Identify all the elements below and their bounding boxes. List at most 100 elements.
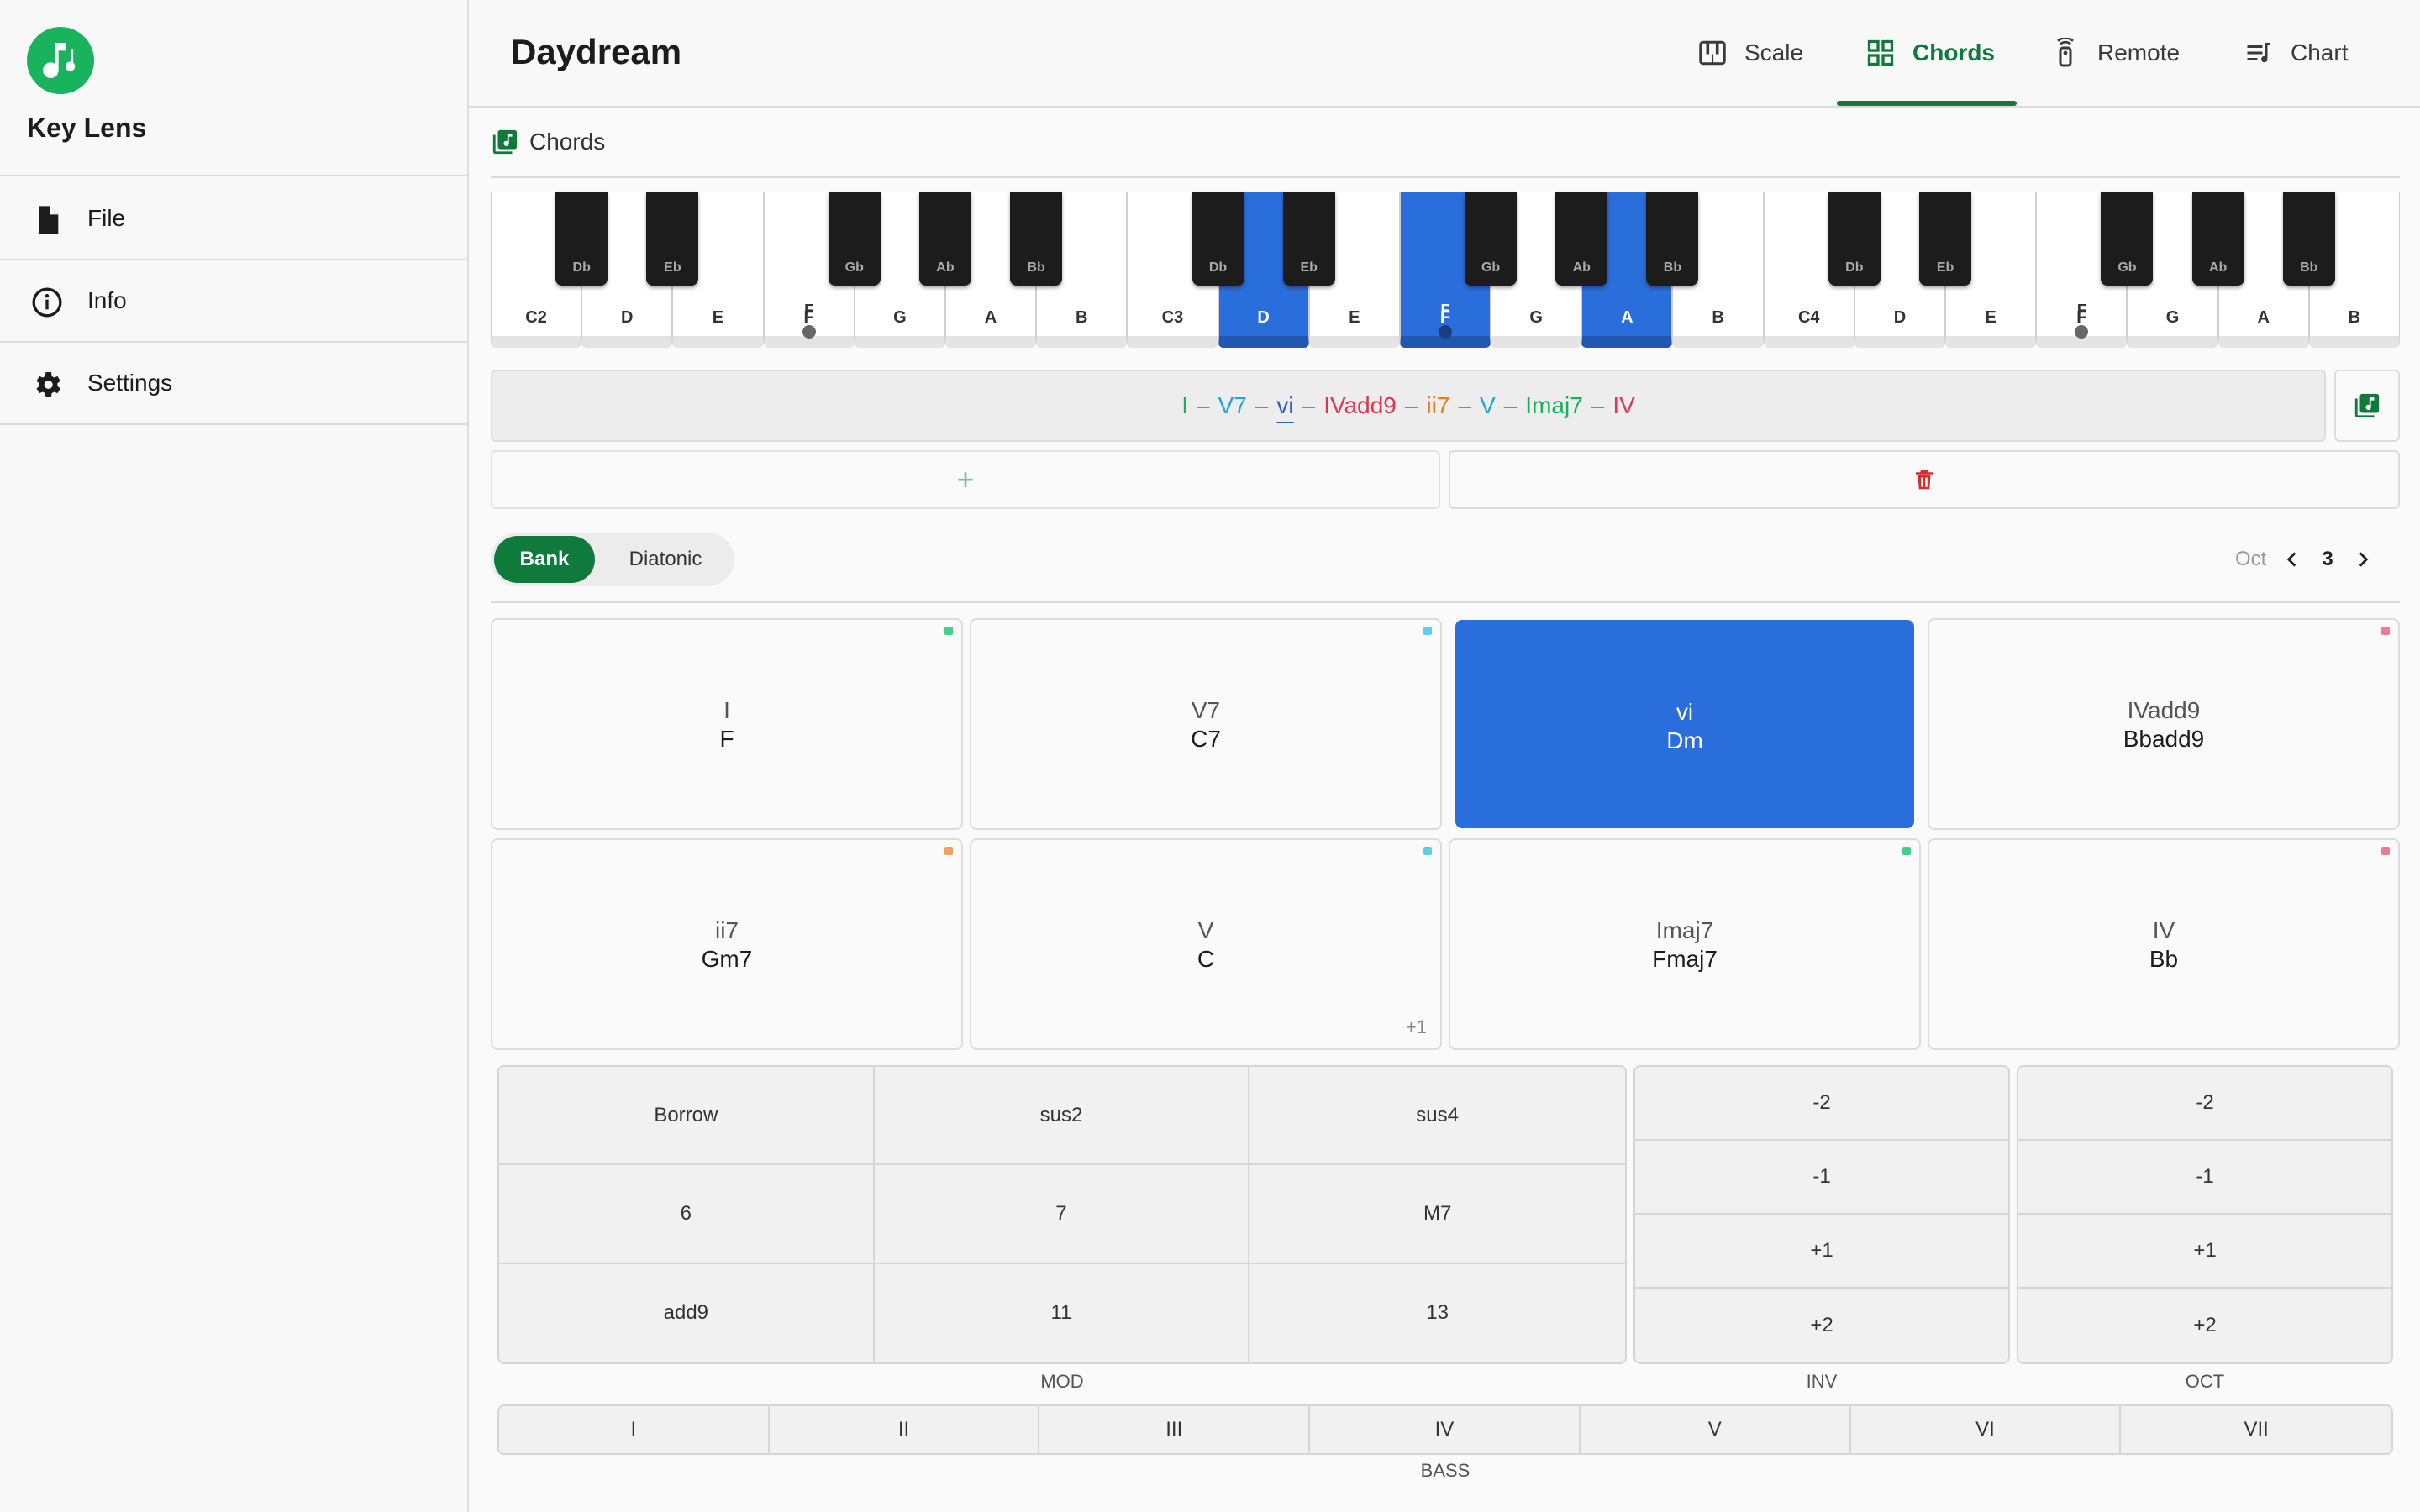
mod-button[interactable]: 11 <box>875 1263 1250 1362</box>
bass-button[interactable]: I <box>499 1406 770 1453</box>
chord-numeral: V <box>1197 917 1214 943</box>
piano-black-key[interactable]: Eb <box>1919 192 1972 286</box>
chevron-right-icon[interactable] <box>2352 549 2374 570</box>
progression-chord[interactable]: I <box>1181 392 1188 419</box>
mod-button[interactable]: Borrow <box>499 1067 875 1166</box>
tab-chords[interactable]: Chords <box>1865 0 1995 106</box>
octave-button[interactable]: -2 <box>2018 1067 2391 1141</box>
piano-black-key[interactable]: Db <box>555 192 608 286</box>
piano-black-key[interactable]: Bb <box>2282 192 2335 286</box>
sidebar-item-label: Settings <box>87 370 173 396</box>
key-label: Ab <box>1572 260 1591 275</box>
divider <box>491 601 2400 603</box>
add-chord-button[interactable]: + <box>491 450 1440 509</box>
mod-button[interactable]: 7 <box>874 1165 1250 1264</box>
bass-grid: I II III IV V VI VII <box>497 1404 2393 1455</box>
tab-remote[interactable]: Remote <box>2050 0 2180 106</box>
bass-button[interactable]: V <box>1581 1406 1851 1453</box>
piano-black-key[interactable]: Db <box>1192 192 1244 286</box>
sidebar-item-settings[interactable]: Settings <box>0 343 467 425</box>
inversion-button[interactable]: -1 <box>1635 1141 2008 1215</box>
progression-chord[interactable]: V7 <box>1218 392 1247 419</box>
chord-card[interactable]: Imaj7 Fmaj7 <box>1449 838 1921 1050</box>
active-tab-indicator <box>1837 101 2017 106</box>
music-library-icon <box>2354 393 2380 418</box>
piano-black-key[interactable]: Eb <box>1282 192 1335 286</box>
chord-numeral: IV <box>2152 917 2175 943</box>
octave-button[interactable]: +2 <box>2018 1289 2391 1362</box>
progression-chord[interactable]: V <box>1480 392 1496 419</box>
chord-card[interactable]: IF <box>491 618 963 830</box>
piano-black-key[interactable]: Ab <box>2191 192 2244 286</box>
piano-black-key[interactable]: Db <box>1828 192 1881 286</box>
bass-button[interactable]: II <box>770 1406 1040 1453</box>
chord-progression-bar[interactable]: I – V7– vi – IVadd9– ii7– V – Imaj7– IV <box>491 370 2326 442</box>
chord-numeral: V7 <box>1191 697 1221 723</box>
delete-chord-button[interactable] <box>1449 450 2400 509</box>
inversion-grid: -2 -1 +1 +2 <box>1634 1065 2010 1364</box>
progression-chord[interactable]: Imaj7 <box>1525 392 1582 419</box>
progression-chord[interactable]: vi <box>1276 392 1293 419</box>
chord-card[interactable]: IV Bb <box>1928 838 2400 1050</box>
bass-button[interactable]: III <box>1039 1406 1311 1453</box>
inversion-button[interactable]: +1 <box>1635 1215 2008 1289</box>
chevron-left-icon[interactable] <box>2281 549 2303 570</box>
key-label: Bb <box>1663 260 1682 275</box>
key-label: Db <box>572 260 591 275</box>
key-label: C3 <box>1161 308 1184 327</box>
progression-chord[interactable]: IV <box>1612 392 1634 419</box>
piano-black-key[interactable]: Ab <box>918 192 971 286</box>
key-label: Eb <box>664 260 681 275</box>
tab-scale[interactable]: Scale <box>1697 0 1803 106</box>
inversion-button[interactable]: -2 <box>1635 1067 2008 1141</box>
chart-list-icon <box>2247 43 2270 63</box>
chord-card[interactable]: IVadd9 Bbadd9 <box>1928 618 2400 830</box>
piano-black-key[interactable]: Bb <box>1646 192 1699 286</box>
piano-keyboard: C2 D E F F G A B C3 D E F F G A B C4 D E F F G A B Db Eb Gb Ab Bb Db E… <box>491 192 2400 349</box>
mod-button[interactable]: M7 <box>1249 1165 1625 1264</box>
sidebar-item-info[interactable]: Info <box>0 260 467 343</box>
mod-button[interactable]: sus4 <box>1249 1067 1625 1166</box>
app-root: { "app": { "name": "Key Lens" }, "sideba… <box>0 0 2420 1512</box>
progression-chord[interactable]: IVadd9 <box>1323 392 1397 419</box>
tab-label: Chart <box>2291 39 2349 66</box>
key-label: B <box>1712 308 1724 327</box>
mod-button[interactable]: 6 <box>499 1165 875 1264</box>
chord-card[interactable]: vi Dm <box>1455 620 1914 828</box>
chord-numeral: IVadd9 <box>2127 697 2201 723</box>
progression-chord[interactable]: ii7 <box>1426 392 1449 419</box>
mod-button[interactable]: 13 <box>1249 1264 1625 1362</box>
mod-button[interactable]: add9 <box>499 1263 875 1362</box>
toggle-bank[interactable]: Bank <box>494 536 595 583</box>
divider <box>491 176 2400 178</box>
progression-library-button[interactable] <box>2334 370 2400 442</box>
chord-color-marker <box>944 847 953 855</box>
chord-name: Bb <box>2149 946 2179 972</box>
piano-black-key[interactable]: Eb <box>646 192 699 286</box>
inversion-button[interactable]: +2 <box>1635 1289 2008 1362</box>
piano-black-key[interactable]: Ab <box>1555 192 1608 286</box>
chord-card[interactable]: V C +1 <box>970 838 1442 1050</box>
music-library-icon <box>492 129 518 155</box>
key-label: Eb <box>1300 260 1318 275</box>
sidebar: Key Lens File Info Settings <box>0 0 469 1512</box>
sidebar-item-file[interactable]: File <box>0 178 467 260</box>
tab-chart[interactable]: Chart <box>2244 0 2348 106</box>
chord-color-marker <box>2381 627 2390 635</box>
piano-black-key[interactable]: Bb <box>1010 192 1063 286</box>
bass-button[interactable]: VI <box>1851 1406 2122 1453</box>
key-label: F <box>803 308 814 327</box>
chord-card[interactable]: ii7 Gm7 <box>491 838 963 1050</box>
octave-button[interactable]: -1 <box>2018 1141 2391 1215</box>
octave-button[interactable]: +1 <box>2018 1215 2391 1289</box>
bass-button[interactable]: VII <box>2121 1406 2391 1453</box>
chord-offset-badge: +1 <box>1405 1016 1427 1037</box>
piano-black-key[interactable]: Gb <box>2101 192 2154 286</box>
piano-black-key[interactable]: Gb <box>1465 192 1518 286</box>
piano-black-key[interactable]: Gb <box>828 192 881 286</box>
tab-label: Chords <box>1912 39 1995 66</box>
mod-button[interactable]: sus2 <box>874 1067 1250 1166</box>
toggle-diatonic[interactable]: Diatonic <box>600 536 731 583</box>
chord-card[interactable]: V7 C7 <box>970 618 1442 830</box>
bass-button[interactable]: IV <box>1310 1406 1581 1453</box>
